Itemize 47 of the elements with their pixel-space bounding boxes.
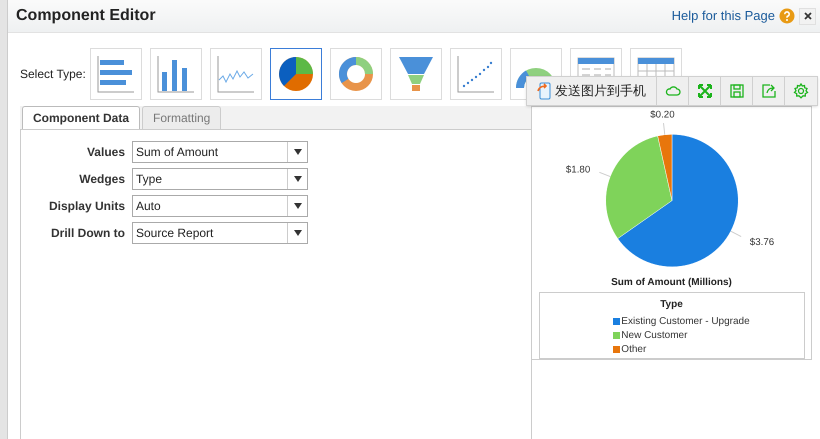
data-label: $0.20 (650, 109, 674, 120)
legend-swatch (613, 318, 620, 326)
line-chart-icon (216, 54, 256, 94)
data-label: $1.80 (565, 164, 590, 176)
dropdown[interactable]: Sum of Amount (132, 141, 308, 163)
pie-chart-icon (276, 54, 316, 94)
column-chart-icon (156, 54, 196, 94)
chart-title: Sum of Amount (Millions) (611, 276, 732, 290)
send-to-phone-button[interactable]: 发送图片到手机 (527, 77, 657, 105)
matrix-icon (636, 55, 676, 76)
legend-label: New Customer (621, 329, 688, 344)
chart-type-button[interactable] (270, 48, 322, 100)
field-label: Values (86, 144, 126, 161)
legend-title: Type (660, 298, 683, 312)
dropdown[interactable]: Auto (132, 195, 308, 217)
tab[interactable]: Component Data (22, 106, 140, 129)
dropdown[interactable]: Source Report (132, 222, 308, 244)
settings-icon (793, 83, 809, 99)
help-link[interactable]: Help for this Page (672, 6, 775, 26)
window-title: Component Editor (16, 6, 156, 26)
save-icon (728, 83, 744, 99)
legend-swatch (613, 346, 620, 354)
phone-icon (537, 82, 551, 100)
caret-icon (294, 176, 302, 182)
help-icon (779, 8, 795, 24)
donut-chart-icon (336, 54, 376, 94)
caret-icon (294, 203, 302, 209)
select-type-label: Select Type: (20, 66, 87, 83)
tab[interactable]: Formatting (142, 106, 222, 129)
field-label: Wedges (78, 171, 126, 188)
scatter-chart-icon (456, 54, 496, 94)
legend-swatch (613, 332, 620, 340)
caret-icon (294, 230, 302, 236)
funnel-chart-icon (396, 54, 436, 94)
caret-icon (294, 149, 302, 155)
share-icon (760, 83, 776, 99)
legend-label: Existing Customer - Upgrade (621, 315, 750, 330)
dropdown[interactable]: Type (132, 168, 308, 190)
bar-chart-icon (96, 54, 136, 94)
table-icon (576, 55, 616, 76)
expand-icon (696, 83, 712, 99)
field-label: Drill Down to (50, 225, 126, 242)
close-icon (804, 12, 812, 20)
legend-label: Other (621, 343, 646, 358)
field-label: Display Units (48, 198, 126, 215)
close-button[interactable] (799, 8, 816, 24)
data-label: $3.76 (749, 237, 774, 248)
